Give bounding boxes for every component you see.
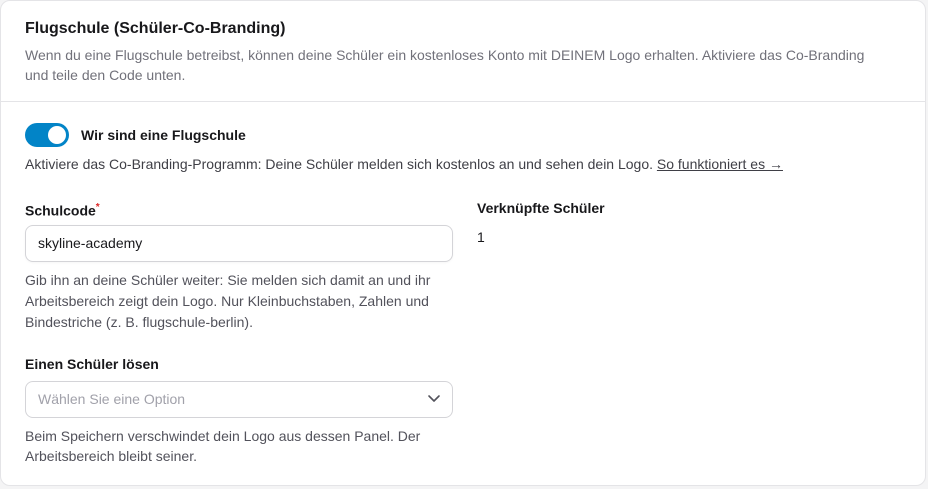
co-branding-info: Aktiviere das Co-Branding-Programm: Dein… (25, 154, 783, 174)
school-code-input[interactable]: skyline-academy (25, 225, 453, 262)
release-student-placeholder: Wählen Sie eine Option (38, 391, 186, 407)
section-title: Flugschule (Schüler-Co-Branding) (25, 20, 286, 37)
linked-students-label: Verknüpfte Schüler (477, 200, 605, 216)
toggle-knob (48, 126, 66, 144)
toggle-label: Wir sind eine Flugschule (81, 127, 246, 143)
release-student-label: Einen Schüler lösen (25, 356, 159, 372)
section-description: Wenn du eine Flugschule betreibst, könne… (25, 47, 865, 83)
flight-school-toggle[interactable] (25, 123, 69, 147)
school-code-help: Gib ihn an deine Schüler weiter: Sie mel… (25, 272, 431, 330)
release-student-help: Beim Speichern verschwindet dein Logo au… (25, 428, 421, 464)
how-it-works-link[interactable]: So funktioniert es → (657, 156, 783, 172)
flight-school-card: Flugschule (Schüler-Co-Branding) Wenn du… (0, 0, 926, 486)
flight-school-toggle-row: Wir sind eine Flugschule (25, 123, 246, 147)
linked-students-count: 1 (477, 229, 485, 245)
header-divider (1, 101, 925, 102)
school-code-label: Schulcode* (25, 198, 100, 221)
school-code-label-text: Schulcode (25, 202, 96, 219)
card-header: Flugschule (Schüler-Co-Branding) Wenn du… (25, 19, 901, 85)
required-mark: * (95, 202, 100, 213)
release-student-select[interactable]: Wählen Sie eine Option (25, 381, 453, 418)
chevron-down-icon (428, 395, 440, 402)
co-branding-info-text: Aktiviere das Co-Branding-Programm: Dein… (25, 156, 654, 172)
